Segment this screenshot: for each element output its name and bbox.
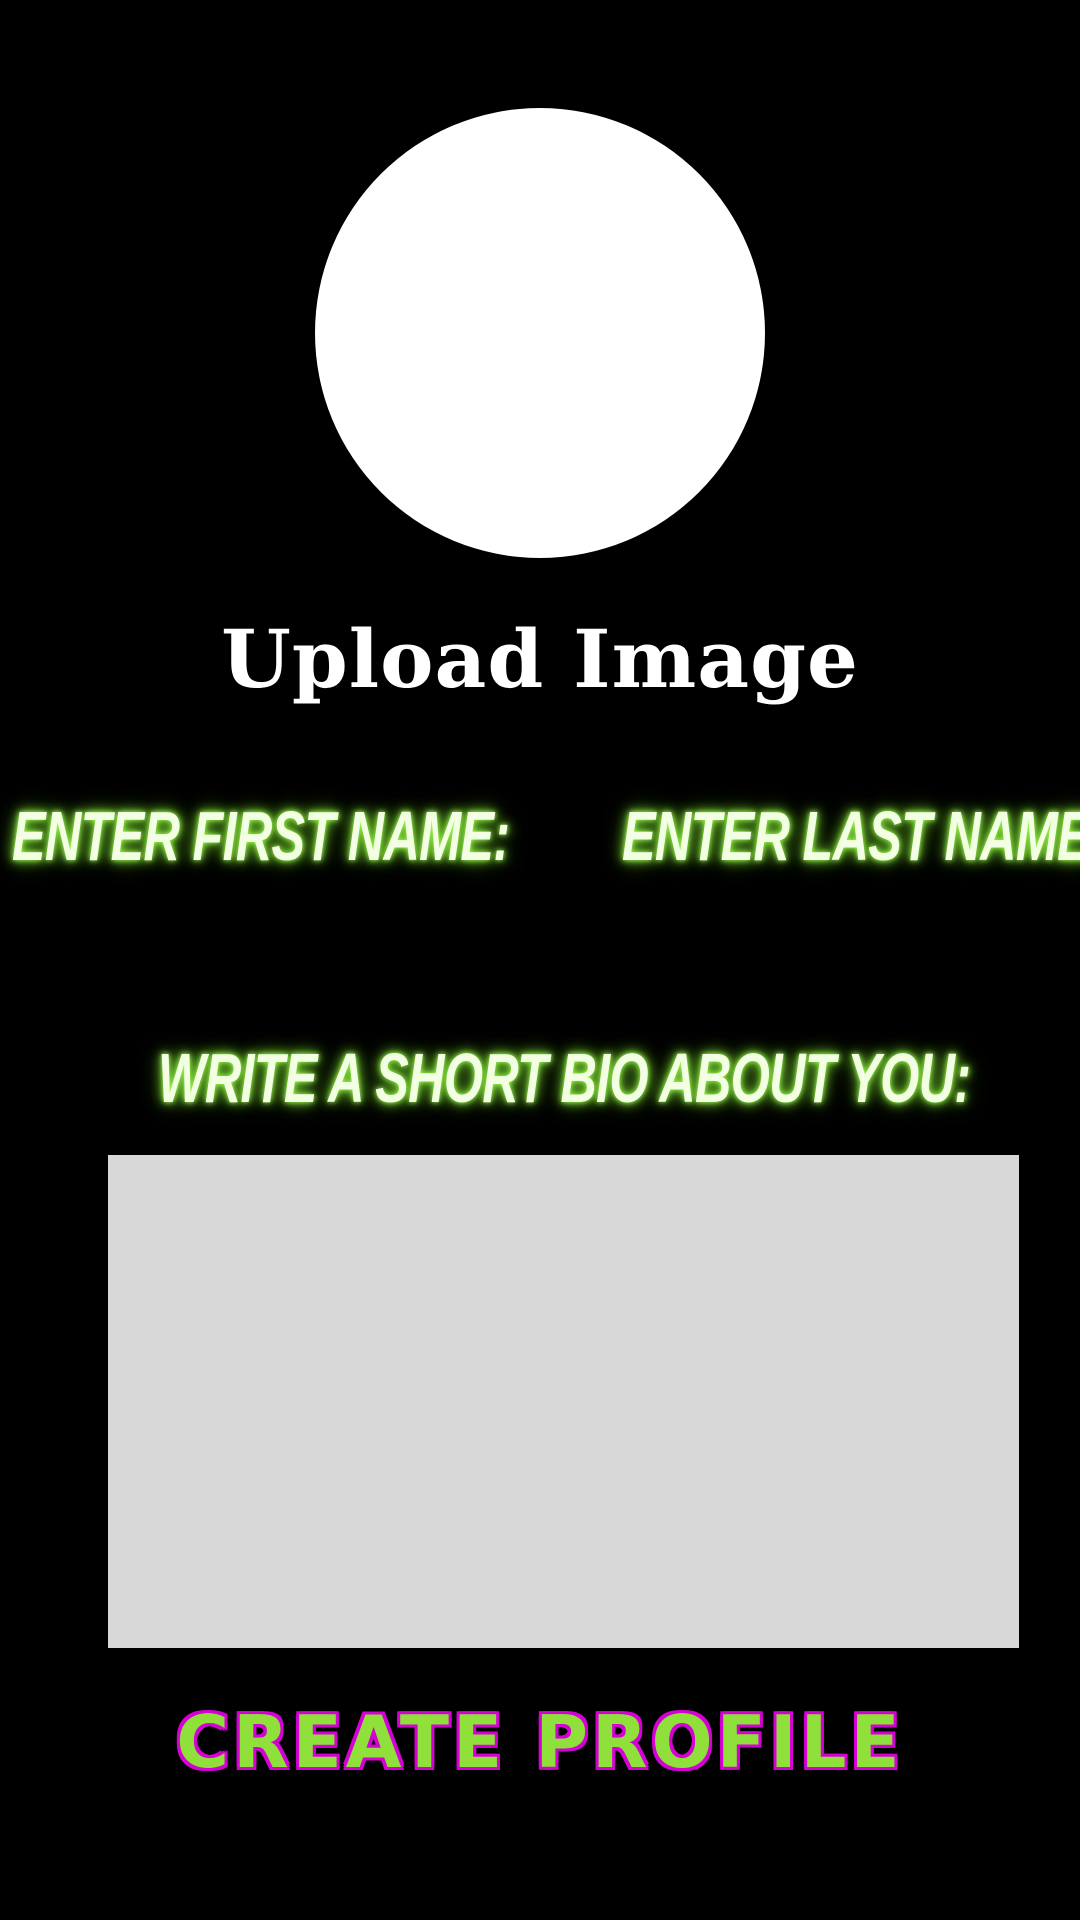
last-name-label: ENTER LAST NAME:: [622, 797, 1080, 875]
bio-textarea[interactable]: [108, 1155, 1019, 1648]
create-profile-page: Upload Image ENTER FIRST NAME: ENTER LAS…: [0, 0, 1080, 1920]
create-profile-button[interactable]: CREATE PROFILE: [0, 1700, 1080, 1784]
bio-label: WRITE A SHORT BIO ABOUT YOU:: [158, 1039, 971, 1117]
upload-image-label[interactable]: Upload Image: [0, 612, 1080, 706]
profile-image-upload-circle[interactable]: [315, 108, 765, 558]
first-name-label: ENTER FIRST NAME:: [12, 797, 510, 875]
